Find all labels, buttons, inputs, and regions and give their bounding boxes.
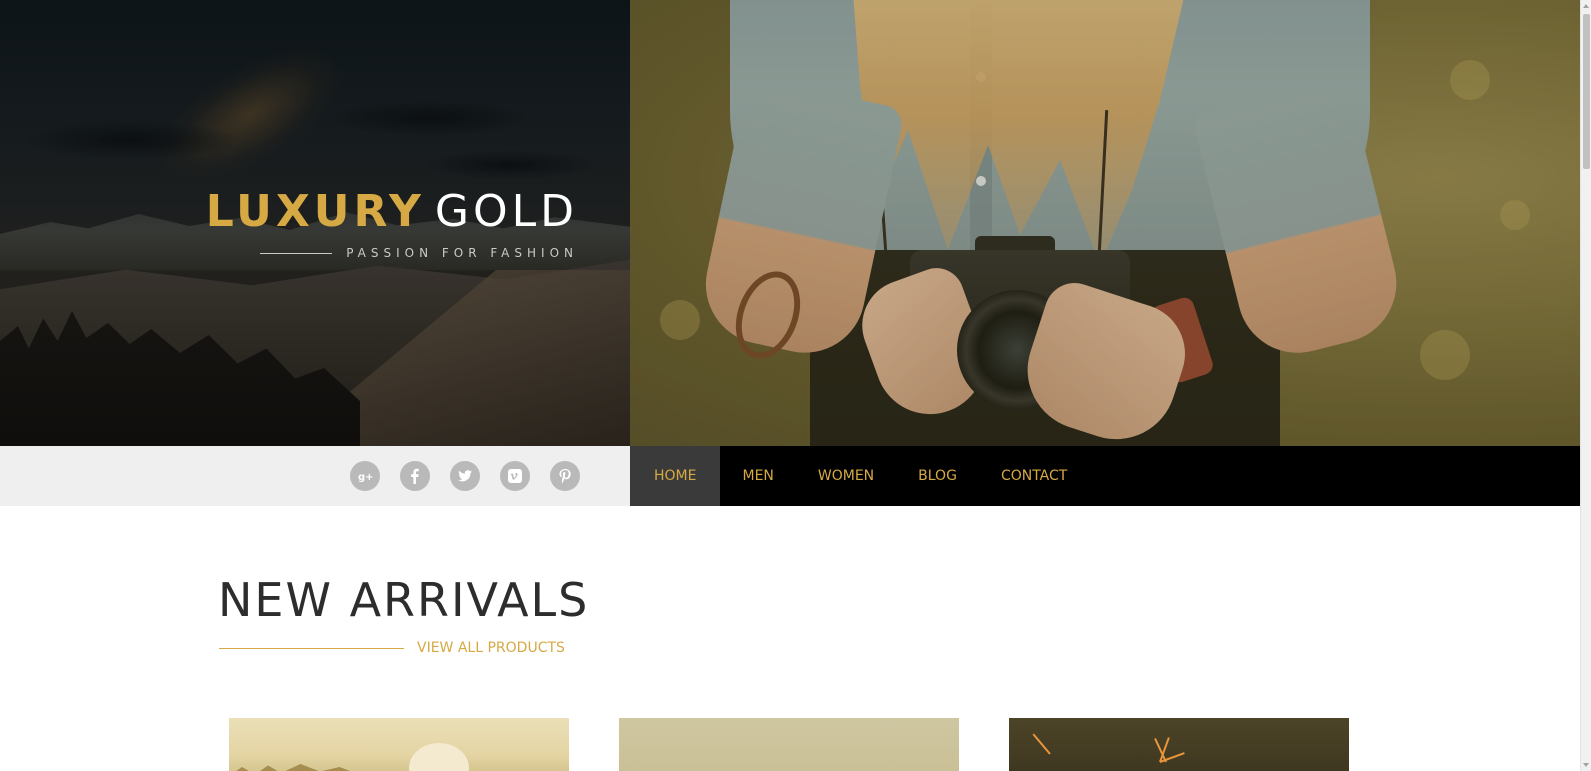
cloud bbox=[420, 150, 600, 180]
brand-tagline: PASSION FOR FASHION bbox=[346, 246, 578, 260]
product-card[interactable] bbox=[619, 718, 959, 771]
twitter-icon[interactable] bbox=[450, 461, 480, 491]
nav-item-men[interactable]: MEN bbox=[720, 446, 795, 506]
brand-title-gold: GOLD bbox=[434, 186, 578, 237]
view-all-divider bbox=[219, 647, 404, 649]
cloud bbox=[20, 120, 240, 160]
new-arrivals-title: NEW ARRIVALS bbox=[218, 573, 590, 627]
nav-item-contact[interactable]: CONTACT bbox=[979, 446, 1089, 506]
nav-item-women[interactable]: WOMEN bbox=[796, 446, 896, 506]
scroll-down-icon[interactable] bbox=[1583, 763, 1589, 767]
hero-photo-woman-camera bbox=[630, 0, 1580, 446]
social-links-bar: g+ bbox=[0, 446, 630, 506]
product-image-highlight bbox=[409, 743, 469, 771]
product-card[interactable] bbox=[1009, 718, 1349, 771]
cloud bbox=[330, 100, 530, 136]
svg-text:g+: g+ bbox=[358, 472, 373, 483]
view-all-products-link[interactable]: VIEW ALL PRODUCTS bbox=[417, 640, 565, 656]
tagline-divider bbox=[260, 252, 333, 254]
brand-logo[interactable]: LUXURY GOLD PASSION FOR FASHION bbox=[206, 186, 578, 260]
main-nav: HOME MEN WOMEN BLOG CONTACT bbox=[630, 446, 1580, 506]
nav-item-blog[interactable]: BLOG bbox=[896, 446, 979, 506]
product-image-grass bbox=[229, 764, 359, 771]
product-card[interactable] bbox=[229, 718, 569, 771]
sky-glow bbox=[140, 26, 360, 204]
hero-landscape-panel: LUXURY GOLD PASSION FOR FASHION bbox=[0, 0, 630, 446]
brand-title-luxury: LUXURY bbox=[205, 186, 425, 237]
scroll-up-icon[interactable] bbox=[1583, 4, 1589, 8]
vimeo-icon[interactable] bbox=[500, 461, 530, 491]
view-all-row: VIEW ALL PRODUCTS bbox=[219, 640, 565, 656]
nav-item-home[interactable]: HOME bbox=[630, 446, 721, 506]
photo-tint bbox=[630, 0, 1580, 446]
tagline-row: PASSION FOR FASHION bbox=[206, 246, 578, 260]
scrollbar-thumb[interactable] bbox=[1583, 14, 1590, 169]
facebook-icon[interactable] bbox=[400, 461, 430, 491]
pinterest-icon[interactable] bbox=[550, 461, 580, 491]
sparkler-spark bbox=[1032, 733, 1051, 755]
google-plus-icon[interactable]: g+ bbox=[350, 461, 380, 491]
vertical-scrollbar[interactable] bbox=[1580, 0, 1591, 771]
brand-title: LUXURY GOLD bbox=[206, 186, 578, 238]
